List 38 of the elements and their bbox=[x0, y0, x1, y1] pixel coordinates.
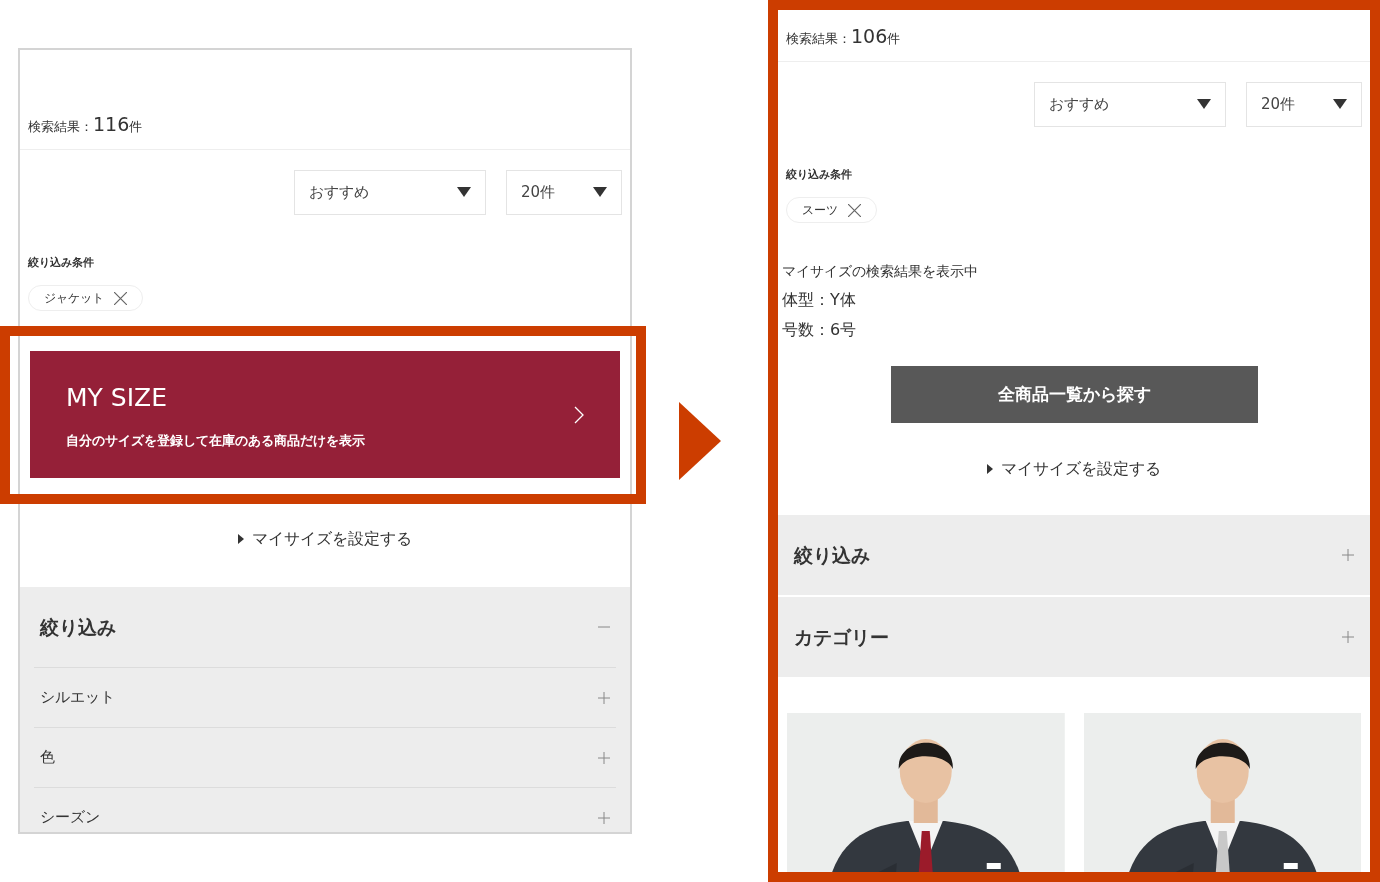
close-icon bbox=[114, 291, 127, 305]
set-my-size-link[interactable]: マイサイズを設定する bbox=[238, 527, 412, 551]
browse-all-button[interactable]: 全商品一覧から探す bbox=[890, 366, 1258, 423]
arrow-right-icon bbox=[679, 402, 721, 480]
accordion-header[interactable]: カテゴリー bbox=[778, 597, 1370, 677]
result-count: 検索結果：116件 bbox=[28, 116, 143, 135]
sort-select[interactable]: 20件 bbox=[1246, 81, 1362, 127]
banner-title: MY SIZE bbox=[66, 382, 168, 414]
plus-icon bbox=[1342, 549, 1354, 561]
my-size-banner[interactable]: MY SIZE 自分のサイズを登録して在庫のある商品だけを表示 bbox=[30, 351, 620, 478]
info-text: 体型：Y体 bbox=[782, 289, 857, 311]
banner-text: 自分のサイズを登録して在庫のある商品だけを表示 bbox=[66, 431, 365, 450]
caret-icon bbox=[593, 187, 607, 197]
set-my-size-link[interactable]: マイサイズを設定する bbox=[987, 457, 1161, 481]
info-text: マイサイズの検索結果を表示中 bbox=[782, 262, 979, 281]
plus-icon bbox=[598, 751, 610, 764]
close-icon bbox=[848, 203, 861, 217]
accordion-item[interactable]: シルエット bbox=[34, 667, 616, 727]
sort-select[interactable]: 20件 bbox=[506, 169, 622, 215]
caret-icon bbox=[1197, 99, 1211, 109]
plus-icon bbox=[598, 811, 610, 824]
accordion-header[interactable]: 絞り込み bbox=[20, 587, 630, 667]
sort-select[interactable]: おすすめ bbox=[294, 169, 486, 215]
plus-icon bbox=[1342, 631, 1354, 643]
sort-select[interactable]: おすすめ bbox=[1034, 81, 1226, 127]
triangle-right-icon bbox=[987, 464, 993, 474]
triangle-right-icon bbox=[238, 534, 244, 544]
result-count: 検索結果：106件 bbox=[786, 28, 901, 47]
section-title: 絞り込み条件 bbox=[28, 254, 95, 271]
chevron-right-icon bbox=[574, 405, 584, 424]
caret-icon bbox=[457, 187, 471, 197]
caret-icon bbox=[1333, 99, 1347, 109]
info-text: 号数：6号 bbox=[782, 319, 858, 341]
accordion-header[interactable]: 絞り込み bbox=[778, 515, 1370, 595]
accordion-item[interactable]: シーズン bbox=[34, 787, 616, 832]
accordion-item[interactable]: 色 bbox=[34, 727, 616, 787]
plus-icon bbox=[598, 691, 610, 704]
section-title: 絞り込み条件 bbox=[786, 166, 853, 183]
